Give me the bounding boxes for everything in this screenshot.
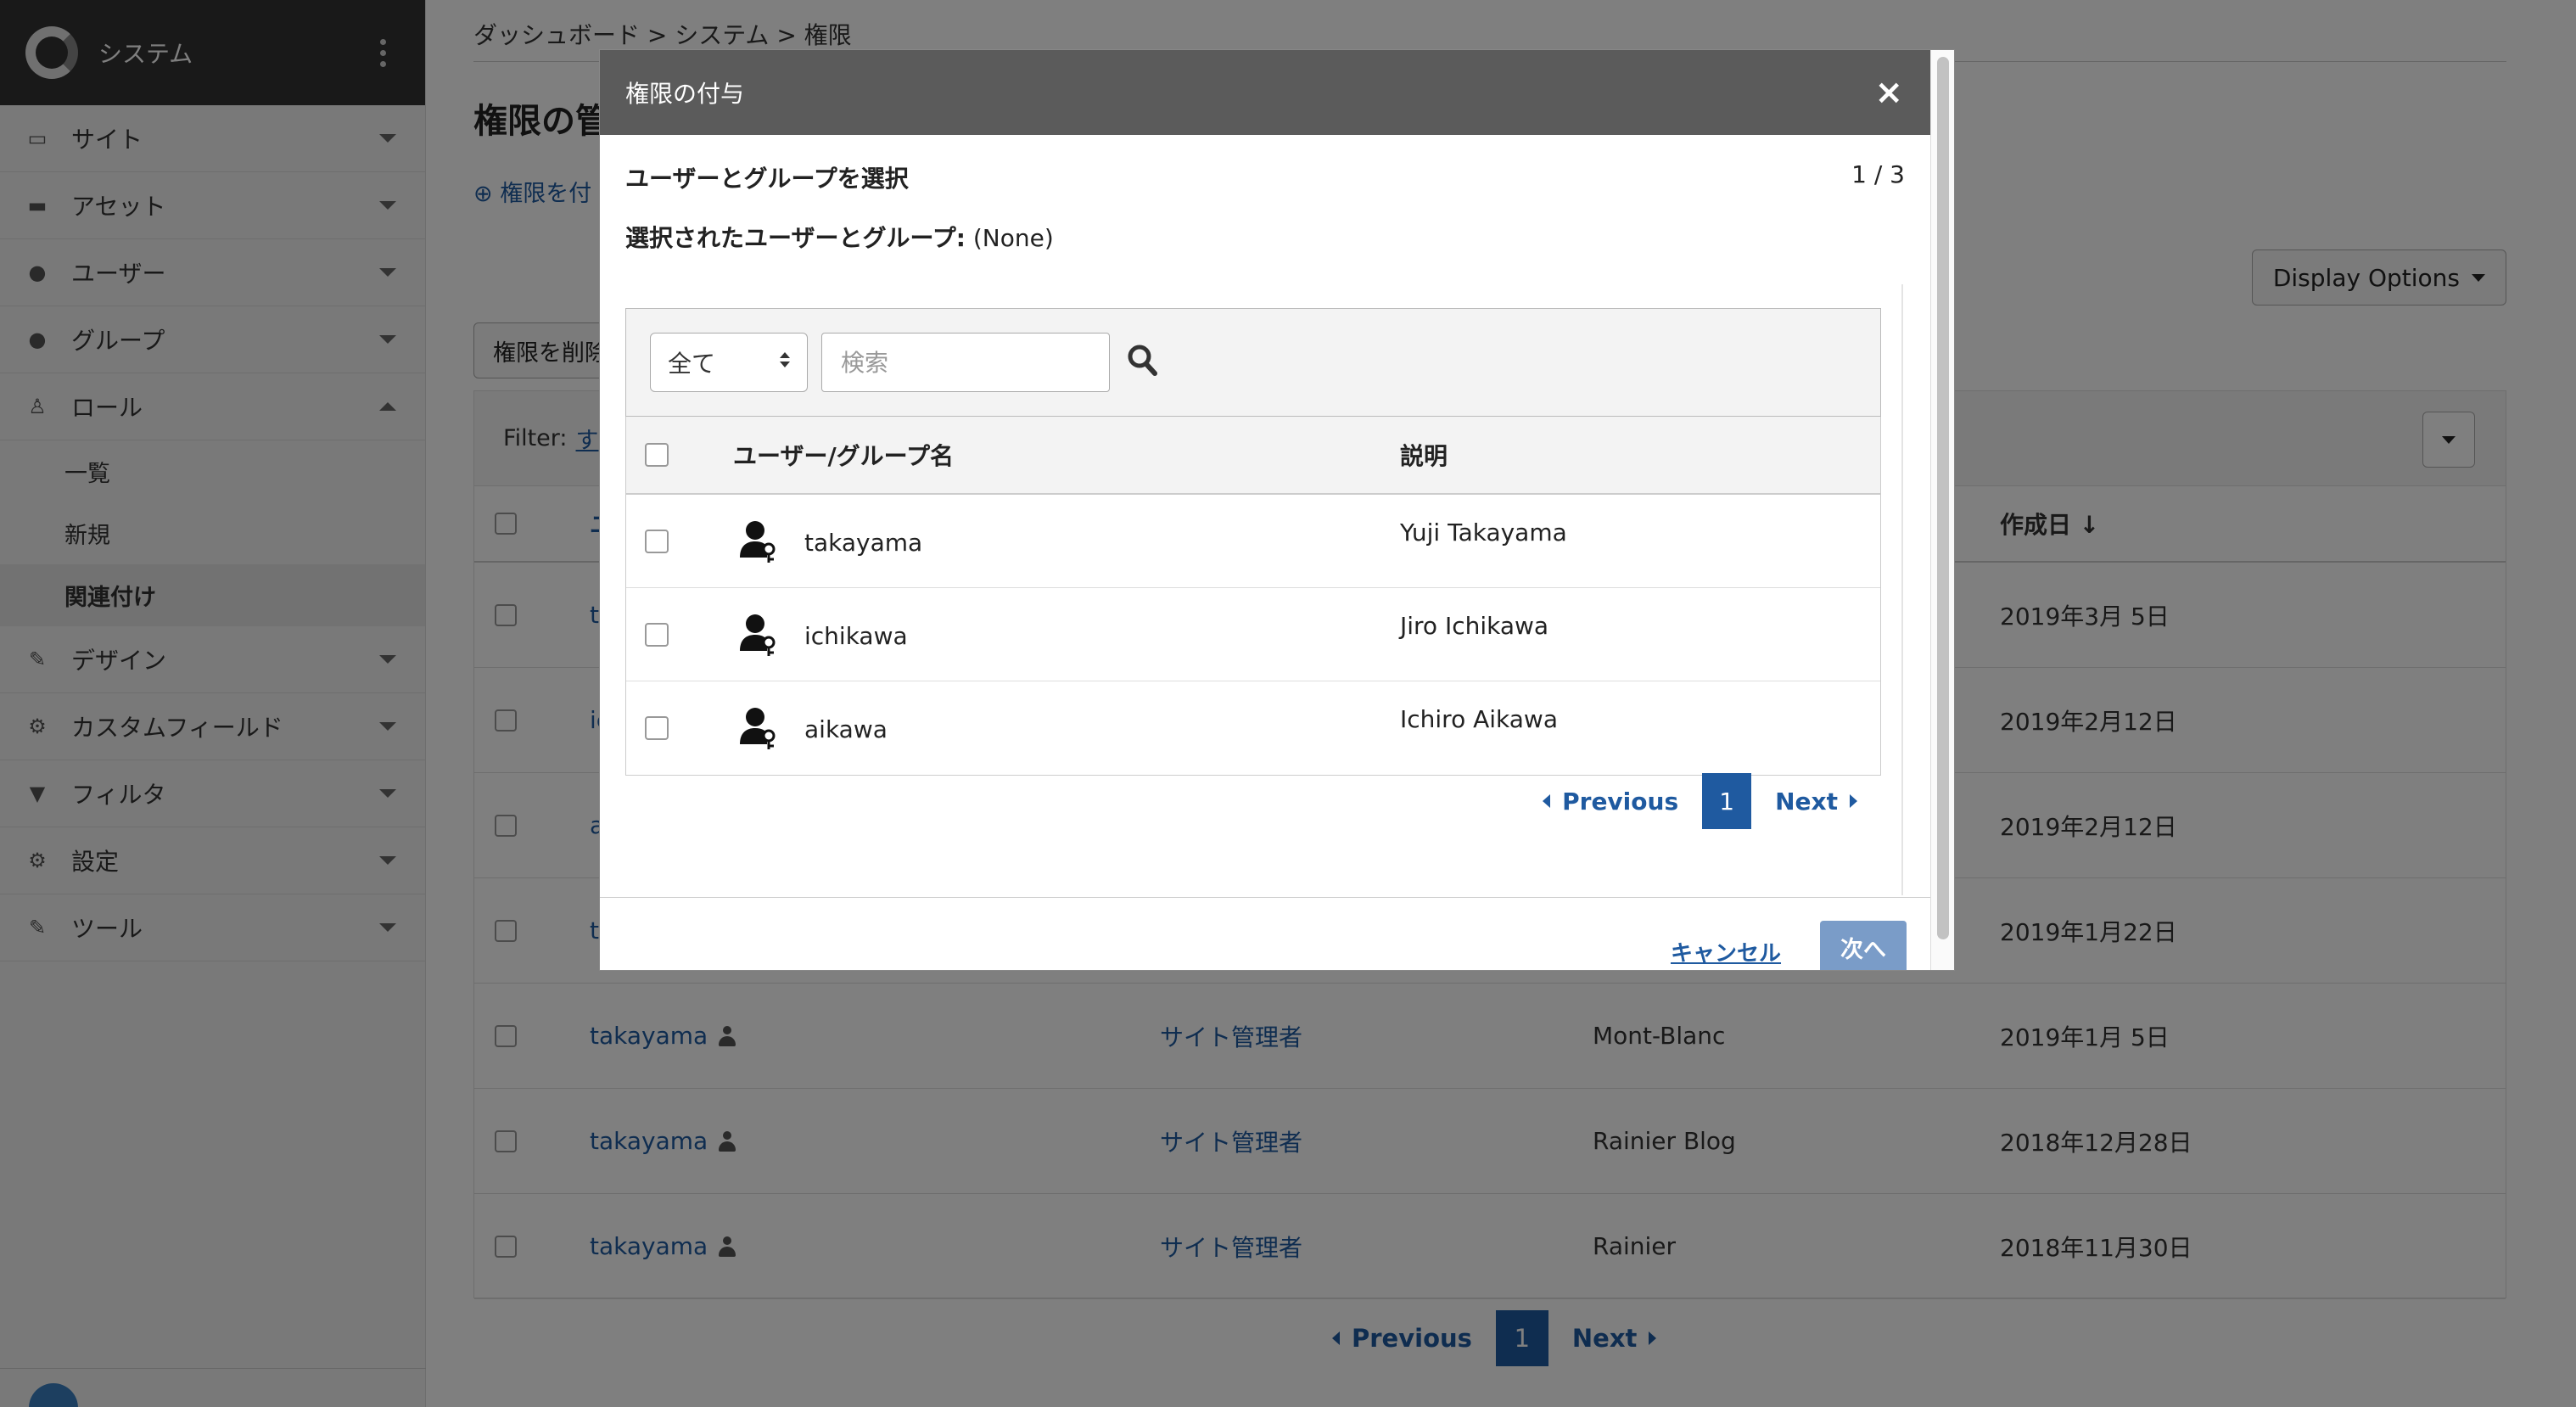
- modal-scrollbar[interactable]: [1930, 50, 1954, 970]
- modal-footer-divider: [600, 897, 1930, 898]
- modal-header: 権限の付与 ×: [600, 50, 1954, 135]
- pagination-page[interactable]: 1: [1702, 773, 1752, 829]
- table-header: ユーザー/グループ名 説明: [626, 417, 1880, 495]
- table-row[interactable]: ichikawa Jiro Ichikawa: [626, 588, 1880, 681]
- step-indicator: 1 / 3: [1851, 160, 1905, 188]
- step-title: ユーザーとグループを選択: [625, 165, 909, 193]
- user-description: Yuji Takayama: [1400, 519, 1567, 547]
- pagination-next-label: Next: [1775, 787, 1838, 816]
- table-row[interactable]: aikawa Ichiro Aikawa: [626, 681, 1880, 775]
- user-description: Ichiro Aikawa: [1400, 705, 1558, 733]
- selected-users-groups: 選択されたユーザーとグループ: (None): [625, 220, 1054, 254]
- grant-permission-modal: 権限の付与 × ユーザーとグループを選択 1 / 3 選択されたユーザーとグルー…: [599, 49, 1955, 971]
- table-row[interactable]: takayama Yuji Takayama: [626, 495, 1880, 588]
- caret-left-icon: [1543, 794, 1551, 808]
- user-name: ichikawa: [804, 622, 908, 650]
- column-header-description: 説明: [1400, 442, 1448, 470]
- select-all-checkbox[interactable]: [645, 443, 669, 467]
- user-name: aikawa: [804, 715, 888, 743]
- type-filter-select[interactable]: 全て: [650, 333, 808, 392]
- column-header-name: ユーザー/グループ名: [733, 442, 954, 470]
- pagination-next[interactable]: Next: [1751, 788, 1881, 816]
- user-group-table: ユーザー/グループ名 説明 takayama Yuji Takayama ich…: [625, 417, 1881, 776]
- user-description: Jiro Ichikawa: [1400, 612, 1549, 640]
- user-key-icon: [740, 521, 776, 563]
- inner-scroll-track[interactable]: [1901, 284, 1903, 895]
- user-key-icon: [740, 614, 776, 656]
- search-bar: 全て: [625, 308, 1881, 417]
- user-name: takayama: [804, 529, 923, 557]
- type-filter-value: 全て: [668, 350, 716, 378]
- row-checkbox[interactable]: [645, 716, 669, 740]
- caret-right-icon: [1850, 794, 1857, 808]
- user-key-icon: [740, 708, 776, 749]
- row-checkbox[interactable]: [645, 529, 669, 553]
- pagination-previous[interactable]: Previous: [1519, 788, 1702, 816]
- select-arrows-icon: [780, 352, 790, 367]
- scrollbar-thumb[interactable]: [1937, 57, 1949, 939]
- search-input[interactable]: [821, 333, 1110, 392]
- close-icon[interactable]: ×: [1874, 76, 1903, 109]
- cancel-button[interactable]: キャンセル: [1671, 936, 1781, 967]
- next-button[interactable]: 次へ: [1820, 921, 1907, 970]
- selected-label: 選択されたユーザーとグループ:: [625, 224, 966, 252]
- pagination-previous-label: Previous: [1562, 787, 1679, 816]
- modal-pagination: Previous 1 Next: [1519, 773, 1881, 829]
- selected-value: (None): [972, 224, 1054, 252]
- modal-title: 権限の付与: [625, 80, 745, 108]
- row-checkbox[interactable]: [645, 622, 669, 647]
- search-icon[interactable]: [1127, 343, 1157, 377]
